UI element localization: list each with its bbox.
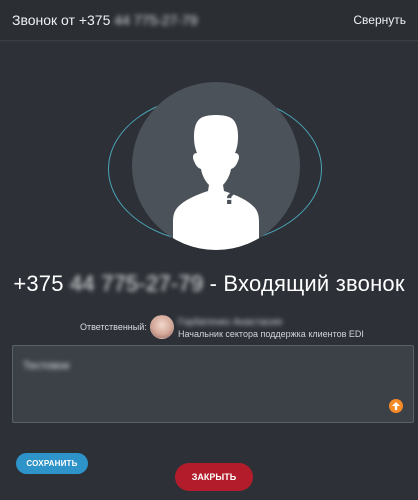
unknown-person-icon: ? <box>173 115 259 250</box>
window-header: Звонок от +375 44 775-27-79 Свернуть <box>0 0 418 41</box>
responsible-avatar <box>150 315 174 339</box>
question-mark: ? <box>223 182 237 210</box>
unknown-person-avatar: ? <box>132 82 300 250</box>
arrow-up-glyph <box>392 402 400 410</box>
comment-value: Тестовое <box>23 360 70 372</box>
close-button[interactable]: ЗАКРЫТЬ <box>175 463 253 491</box>
responsible-section: Ответственный: Горбатенко Анастасия Нача… <box>80 315 380 341</box>
window-title-prefix: Звонок от <box>12 12 75 28</box>
window-title: Звонок от +375 44 775-27-79 <box>12 12 198 28</box>
incoming-call-panel: ? +375 44 775-27-79 - Входящий звонок От… <box>0 43 418 500</box>
call-status: - Входящий звонок <box>209 271 405 296</box>
window-title-number: +375 <box>78 12 111 28</box>
call-number-blurred: 44 775-27-79 <box>69 271 204 296</box>
collapse-button[interactable]: Свернуть <box>353 13 406 27</box>
responsible-label: Ответственный: <box>80 322 147 332</box>
responsible-name: Горбатенко Анастасия <box>178 317 282 328</box>
comment-field[interactable]: Тестовое <box>12 345 414 423</box>
window-title-number-blurred: 44 775-27-79 <box>114 12 198 28</box>
call-title: +375 44 775-27-79 - Входящий звонок <box>0 271 418 297</box>
responsible-role: Начальник сектора поддержка клиентов EDI <box>178 329 364 339</box>
save-button[interactable]: СОХРАНИТЬ <box>16 453 88 474</box>
arrow-up-icon[interactable] <box>389 399 403 413</box>
call-number-visible: +375 <box>13 271 64 296</box>
